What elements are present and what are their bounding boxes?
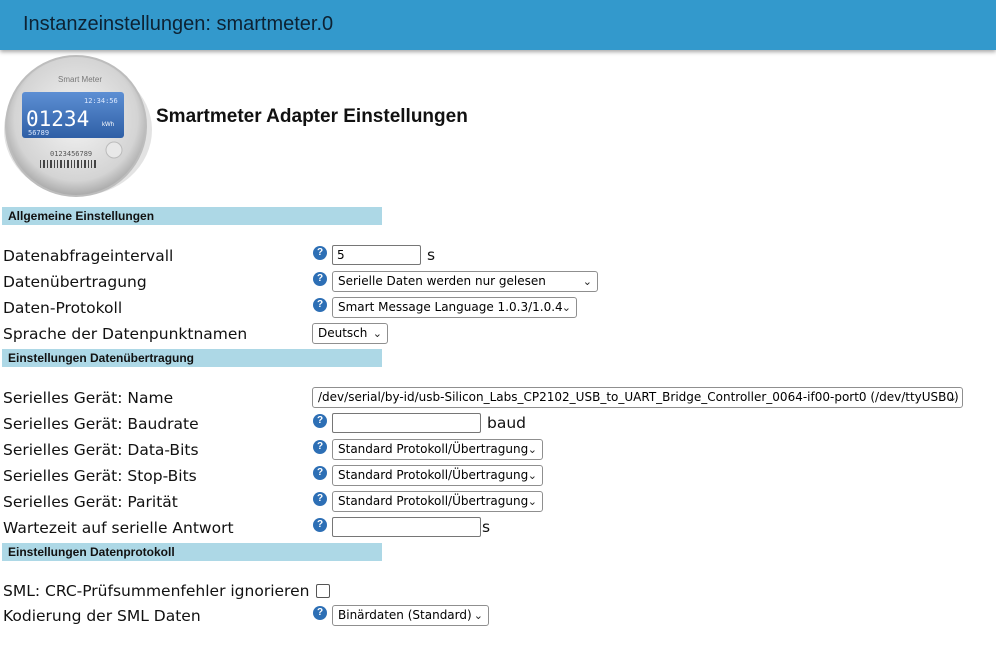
baudrate-input[interactable] (332, 413, 481, 433)
baudrate-unit: baud (487, 414, 526, 432)
section-protocol-settings: Einstellungen Datenprotokoll (2, 543, 382, 561)
encoding-select[interactable]: Binärdaten (Standard) ⌄ (332, 605, 489, 626)
databits-label: Serielles Gerät: Data-Bits (3, 441, 199, 459)
title-bar: Instanzeinstellungen: smartmeter.0 (0, 0, 996, 50)
window-title: Instanzeinstellungen: smartmeter.0 (23, 13, 334, 35)
logo-brand-text: Smart Meter (58, 75, 102, 84)
language-label: Sprache der Datenpunktnamen (3, 325, 248, 343)
interval-input[interactable]: 5 (332, 245, 421, 265)
chevron-down-icon: ⌄ (527, 469, 537, 482)
smartmeter-logo: Smart Meter 12:34:56 01234 kWh 56789 012… (2, 52, 154, 198)
logo-value-text: 01234 (26, 107, 89, 131)
section-general-settings: Allgemeine Einstellungen (2, 207, 382, 225)
encoding-label: Kodierung der SML Daten (3, 607, 201, 625)
language-select[interactable]: Deutsch ⌄ (312, 323, 388, 344)
protocol-select[interactable]: Smart Message Language 1.0.3/1.0.4 ⌄ (332, 297, 577, 318)
logo-time-text: 12:34:56 (84, 97, 118, 105)
protocol-select-value: Smart Message Language 1.0.3/1.0.4 (338, 300, 563, 314)
help-icon[interactable]: ? (313, 492, 327, 506)
wait-unit: s (482, 518, 491, 536)
protocol-label: Daten-Protokoll (3, 299, 123, 317)
chevron-down-icon: ⌄ (527, 495, 537, 508)
section-transfer-settings: Einstellungen Datenübertragung (2, 349, 382, 367)
help-icon[interactable]: ? (313, 272, 327, 286)
chevron-down-icon: ⌄ (947, 391, 957, 404)
interval-label: Datenabfrageintervall (3, 247, 174, 265)
parity-select-value: Standard Protokoll/Übertragung (338, 494, 529, 508)
help-icon[interactable]: ? (313, 466, 327, 480)
help-icon[interactable]: ? (313, 298, 327, 312)
serial-name-select-value: /dev/serial/by-id/usb-Silicon_Labs_CP210… (318, 390, 959, 404)
crc-checkbox[interactable] (316, 584, 330, 598)
databits-select-value: Standard Protokoll/Übertragung (338, 442, 529, 456)
help-icon[interactable]: ? (313, 518, 327, 532)
logo-serial-text: 0123456789 (50, 150, 92, 158)
databits-select[interactable]: Standard Protokoll/Übertragung ⌄ (332, 439, 543, 460)
transfer-select-value: Serielle Daten werden nur gelesen (338, 274, 546, 288)
parity-select[interactable]: Standard Protokoll/Übertragung ⌄ (332, 491, 543, 512)
transfer-label: Datenübertragung (3, 273, 147, 291)
encoding-select-value: Binärdaten (Standard) (338, 608, 472, 622)
transfer-select[interactable]: Serielle Daten werden nur gelesen ⌄ (332, 271, 598, 292)
help-icon[interactable]: ? (313, 414, 327, 428)
parity-label: Serielles Gerät: Parität (3, 493, 178, 511)
chevron-down-icon: ⌄ (561, 301, 571, 314)
chevron-down-icon: ⌄ (527, 443, 537, 456)
interval-unit: s (427, 246, 436, 264)
crc-label: SML: CRC-Prüfsummenfehler ignorieren (3, 582, 310, 600)
help-icon[interactable]: ? (313, 440, 327, 454)
serial-name-select[interactable]: /dev/serial/by-id/usb-Silicon_Labs_CP210… (312, 387, 963, 408)
logo-unit-text: kWh (102, 122, 114, 128)
help-icon[interactable]: ? (313, 606, 327, 620)
stopbits-label: Serielles Gerät: Stop-Bits (3, 467, 197, 485)
chevron-down-icon: ⌄ (473, 609, 483, 622)
language-select-value: Deutsch (318, 326, 368, 340)
wait-input[interactable] (332, 517, 481, 537)
baudrate-label: Serielles Gerät: Baudrate (3, 415, 199, 433)
wait-label: Wartezeit auf serielle Antwort (3, 519, 234, 537)
help-icon[interactable]: ? (313, 246, 327, 260)
logo-sub-text: 56789 (28, 129, 49, 137)
stopbits-select[interactable]: Standard Protokoll/Übertragung ⌄ (332, 465, 543, 486)
page-headline: Smartmeter Adapter Einstellungen (156, 106, 468, 127)
chevron-down-icon: ⌄ (372, 327, 382, 340)
serial-name-label: Serielles Gerät: Name (3, 389, 174, 407)
chevron-down-icon: ⌄ (582, 275, 592, 288)
stopbits-select-value: Standard Protokoll/Übertragung (338, 468, 529, 482)
